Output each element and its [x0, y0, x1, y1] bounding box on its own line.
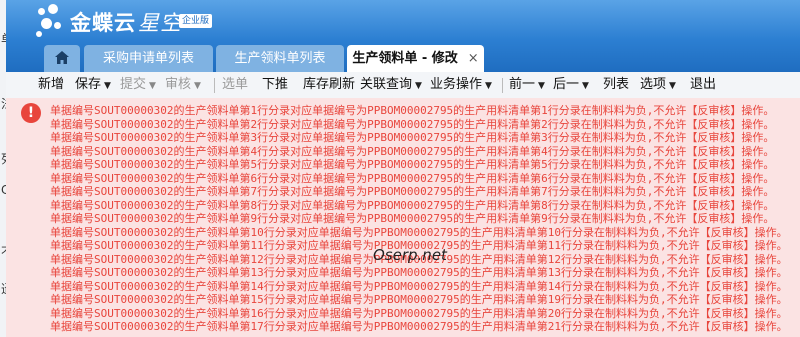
dropdown-arrow-icon: ▼	[538, 81, 545, 91]
tab-production-picking-edit[interactable]: 生产领料单 - 修改 ×	[347, 45, 484, 72]
error-message: 单据编号SOUT00000302的生产领料单第15行分录对应单据编号为PPBOM…	[50, 293, 788, 306]
error-message: 单据编号SOUT00000302的生产领料单第5行分录对应单据编号为PPBOM0…	[50, 158, 775, 171]
error-message: 单据编号SOUT00000302的生产领料单第4行分录对应单据编号为PPBOM0…	[50, 144, 775, 158]
error-message: 单据编号SOUT00000302的生产领料单第8行分录对应单据编号为PPBOM0…	[50, 198, 775, 212]
tab-label: 采购申请单列表	[102, 51, 194, 66]
app-header: 金蝶云星空 企业版 采购申请单列表 生产领料单列表 生产领料单 - 修改 ×	[6, 0, 800, 72]
edition-badge: 企业版	[179, 14, 213, 28]
toolbar-divider	[214, 78, 215, 93]
error-message: 单据编号SOUT00000302的生产领料单第13行分录对应单据编号为PPBOM…	[50, 266, 788, 279]
error-message: 单据编号SOUT00000302的生产领料单第14行分录对应单据编号为PPBOM…	[50, 279, 788, 293]
error-icon: !	[21, 103, 41, 123]
error-message-list: 单据编号SOUT00000302的生产领料单第1行分录对应单据编号为PPBOM0…	[50, 104, 800, 334]
tab-label: 生产领料单列表	[234, 51, 326, 66]
tab-production-picking-list[interactable]: 生产领料单列表	[216, 45, 344, 72]
next-record-button[interactable]: 后一 ▼	[553, 72, 589, 98]
dropdown-arrow-icon: ▼	[104, 81, 111, 91]
error-message: 单据编号SOUT00000302的生产领料单第3行分录对应单据编号为PPBOM0…	[50, 131, 775, 144]
exit-button[interactable]: 退出	[690, 72, 716, 98]
dropdown-arrow-icon: ▼	[149, 81, 156, 91]
toolbar-divider	[502, 78, 503, 93]
list-button[interactable]: 列表	[603, 72, 629, 98]
options-button[interactable]: 选项 ▼	[640, 72, 676, 98]
push-down-button[interactable]: 下推	[262, 72, 288, 98]
previous-record-button[interactable]: 前一 ▼	[509, 72, 545, 98]
error-message: 单据编号SOUT00000302的生产领料单第10行分录对应单据编号为PPBOM…	[50, 225, 788, 239]
close-icon[interactable]: ×	[468, 45, 479, 72]
error-message: 单据编号SOUT00000302的生产领料单第17行分录对应单据编号为PPBOM…	[50, 320, 788, 333]
dropdown-arrow-icon: ▼	[485, 81, 492, 91]
tab-purchase-request-list[interactable]: 采购申请单列表	[84, 45, 213, 72]
audit-button[interactable]: 审核 ▼	[165, 72, 201, 98]
business-operations-button[interactable]: 业务操作 ▼	[430, 72, 492, 98]
dropdown-arrow-icon: ▼	[669, 81, 676, 91]
related-query-button[interactable]: 关联查询 ▼	[360, 72, 422, 98]
new-button[interactable]: 新增	[38, 72, 64, 98]
tab-label: 生产领料单 - 修改	[352, 51, 458, 66]
app-brand: 金蝶云星空	[70, 11, 182, 35]
error-message: 单据编号SOUT00000302的生产领料单第2行分录对应单据编号为PPBOM0…	[50, 117, 775, 131]
error-message: 单据编号SOUT00000302的生产领料单第1行分录对应单据编号为PPBOM0…	[50, 104, 775, 117]
dropdown-arrow-icon: ▼	[582, 81, 589, 91]
watermark-text: Oserp.net	[373, 246, 447, 264]
error-message: 单据编号SOUT00000302的生产领料单第16行分录对应单据编号为PPBOM…	[50, 306, 788, 320]
error-message: 单据编号SOUT00000302的生产领料单第7行分录对应单据编号为PPBOM0…	[50, 185, 775, 198]
refresh-stock-button[interactable]: 库存刷新	[303, 72, 355, 98]
error-message: 单据编号SOUT00000302的生产领料单第6行分录对应单据编号为PPBOM0…	[50, 171, 775, 185]
error-message: 单据编号SOUT00000302的生产领料单第9行分录对应单据编号为PPBOM0…	[50, 212, 775, 225]
home-icon	[55, 51, 69, 64]
dropdown-arrow-icon: ▼	[194, 81, 201, 91]
save-button[interactable]: 保存 ▼	[75, 72, 111, 98]
dropdown-arrow-icon: ▼	[415, 81, 422, 91]
select-document-button[interactable]: 选单	[222, 72, 248, 98]
tab-home[interactable]	[44, 45, 80, 72]
toolbar: 新增 保存 ▼ 提交 ▼ 审核 ▼ 选单 下推 库存刷新 关联查询 ▼ 业务操作 ▼ 前一…	[6, 72, 800, 99]
error-message-panel: ! 单据编号SOUT00000302的生产领料单第1行分录对应单据编号为PPBO…	[6, 98, 800, 337]
submit-button[interactable]: 提交 ▼	[120, 72, 156, 98]
